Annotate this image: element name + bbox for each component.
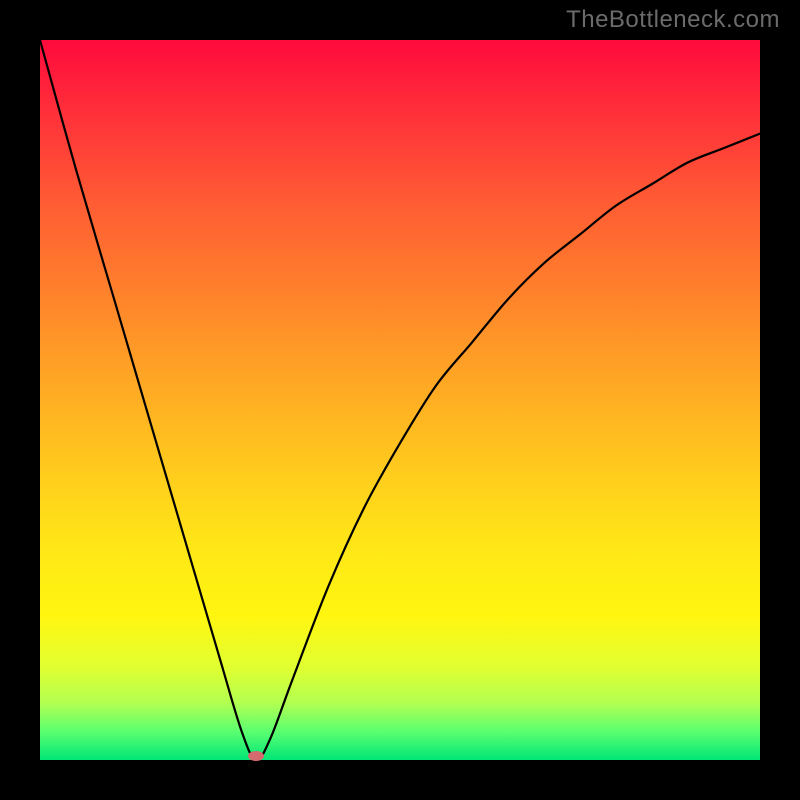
chart-frame: TheBottleneck.com [0,0,800,800]
watermark-text: TheBottleneck.com [566,6,780,34]
bottleneck-curve [40,40,760,760]
plot-area [40,40,760,760]
minimum-point [248,751,264,761]
curve-layer [40,40,760,760]
